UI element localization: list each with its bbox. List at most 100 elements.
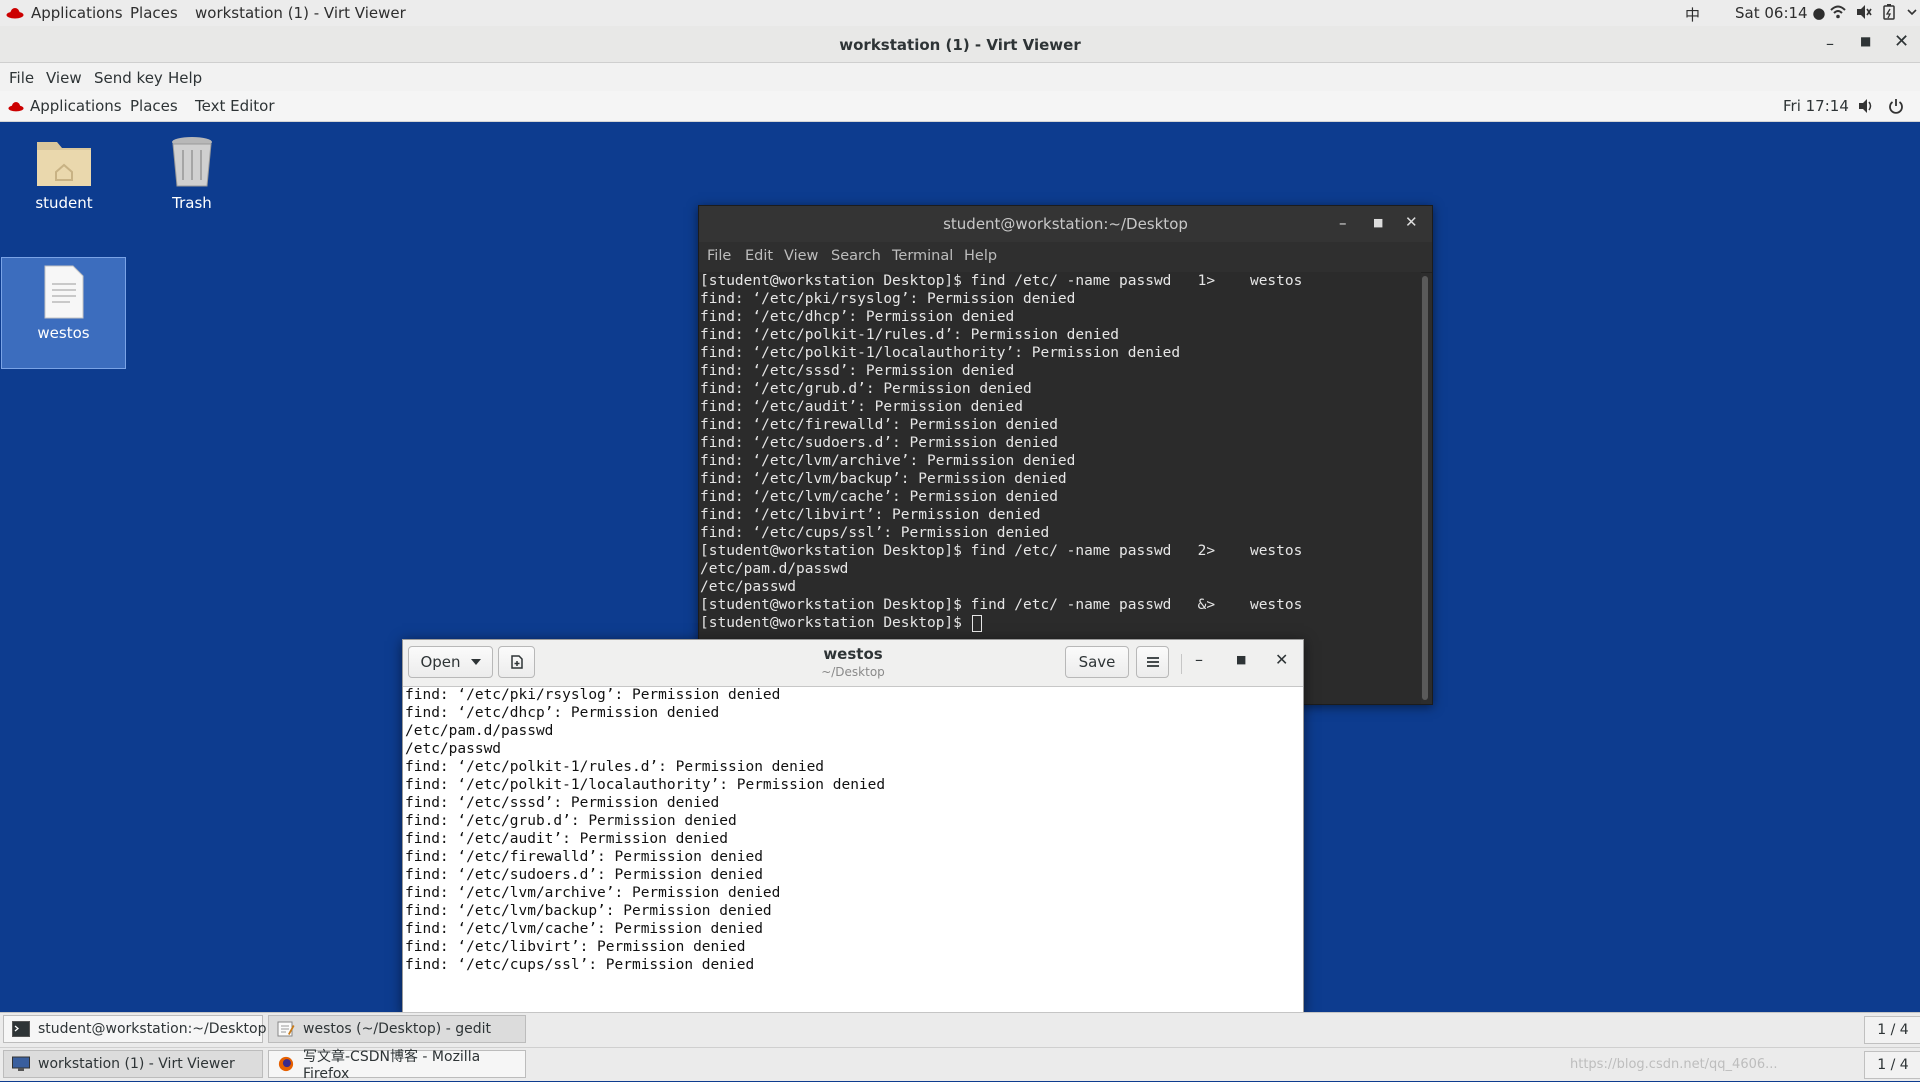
hamburger-menu-icon [1146, 657, 1159, 667]
terminal-line: find: ‘/etc/audit’: Permission denied [700, 399, 1024, 415]
guest-applications-label: Applications [30, 97, 122, 115]
firefox-icon [278, 1056, 294, 1072]
virt-viewer-icon [12, 1056, 30, 1071]
save-button[interactable]: Save [1065, 646, 1129, 678]
task-firefox-label: 写文章-CSDN博客 - Mozilla Firefox [303, 1049, 481, 1082]
gedit-text-area[interactable]: find: ‘/etc/pki/rsyslog’: Permission den… [403, 686, 1303, 1013]
menu-file[interactable]: File [9, 69, 34, 87]
terminal-maximize-icon[interactable]: ■ [1373, 216, 1383, 229]
guest-active-app-menu[interactable]: Text Editor [195, 97, 275, 115]
redhat-icon [6, 8, 24, 19]
maximize-icon[interactable]: ■ [1860, 34, 1871, 48]
terminal-close-icon[interactable]: ✕ [1405, 213, 1418, 231]
guest-workspace-switcher[interactable]: 1 / 4 [1864, 1016, 1920, 1044]
terminal-menu-terminal[interactable]: Terminal [892, 248, 953, 264]
host-applications-label: Applications [31, 4, 123, 22]
terminal-scrollbar[interactable] [1422, 276, 1428, 700]
host-status-area[interactable] [1830, 4, 1918, 20]
desktop-icon-westos[interactable]: westos [1, 257, 126, 369]
terminal-menu-file[interactable]: File [707, 248, 731, 264]
guest-taskbar: student@workstation:~/Desktop westos (~/… [0, 1012, 1920, 1047]
document-line: find: ‘/etc/libvirt’: Permission denied [405, 939, 746, 955]
text-file-icon [44, 265, 83, 319]
terminal-menu-search[interactable]: Search [831, 248, 881, 264]
task-terminal[interactable]: student@workstation:~/Desktop [3, 1015, 267, 1043]
watermark-text: https://blog.csdn.net/qq_4606... [1570, 1057, 1778, 1072]
gedit-maximize-icon[interactable]: ■ [1236, 653, 1246, 666]
document-line: find: ‘/etc/sssd’: Permission denied [405, 795, 720, 811]
virt-viewer-menubar: File View Send key Help [0, 63, 1920, 91]
input-method-indicator[interactable]: 中 [1685, 4, 1700, 25]
task-terminal-label: student@workstation:~/Desktop [38, 1021, 267, 1037]
host-places-menu[interactable]: Places [130, 4, 178, 22]
document-line: /etc/pam.d/passwd [405, 723, 554, 739]
task-gedit-label: westos (~/Desktop) - gedit [303, 1021, 491, 1037]
gedit-close-icon[interactable]: ✕ [1275, 650, 1288, 669]
task-virt-viewer[interactable]: workstation (1) - Virt Viewer [3, 1050, 263, 1078]
guest-top-panel: Applications Places Text Editor Fri 17:1… [0, 91, 1920, 122]
virt-viewer-titlebar[interactable]: workstation (1) - Virt Viewer – ■ ✕ [0, 26, 1920, 63]
task-firefox[interactable]: 写文章-CSDN博客 - Mozilla Firefox [268, 1049, 526, 1082]
document-line: find: ‘/etc/sudoers.d’: Permission denie… [405, 867, 763, 883]
terminal-minimize-icon[interactable]: – [1339, 214, 1347, 232]
menu-send-key[interactable]: Send key [94, 69, 163, 87]
battery-icon [1883, 4, 1895, 20]
terminal-line: /etc/passwd [700, 579, 797, 595]
terminal-window[interactable]: student@workstation:~/Desktop – ■ ✕ File… [698, 205, 1433, 705]
menu-help[interactable]: Help [168, 69, 202, 87]
hamburger-menu-button[interactable] [1136, 646, 1169, 678]
desktop-icon-home[interactable]: student [4, 134, 124, 212]
desktop-icon-westos-label: westos [37, 324, 90, 342]
terminal-line: find: ‘/etc/dhcp’: Permission denied [700, 309, 1015, 325]
gedit-headerbar[interactable]: Open westos ~/Desktop Save – ■ ✕ [403, 640, 1303, 687]
task-virt-viewer-label: workstation (1) - Virt Viewer [38, 1056, 235, 1072]
terminal-menu-edit[interactable]: Edit [745, 248, 773, 264]
terminal-line: find: ‘/etc/lvm/backup’: Permission deni… [700, 471, 1067, 487]
terminal-line: find: ‘/etc/lvm/archive’: Permission den… [700, 453, 1076, 469]
document-line: find: ‘/etc/lvm/cache’: Permission denie… [405, 921, 763, 937]
terminal-icon [12, 1021, 30, 1037]
terminal-prompt: [student@workstation Desktop]$ [700, 615, 971, 631]
wifi-icon [1830, 5, 1846, 19]
close-icon[interactable]: ✕ [1894, 31, 1909, 52]
document-line: find: ‘/etc/dhcp’: Permission denied [405, 705, 720, 721]
document-line: /etc/passwd [405, 741, 502, 757]
gedit-minimize-icon[interactable]: – [1195, 650, 1203, 669]
home-folder-icon [37, 142, 91, 186]
host-clock[interactable]: Sat 06:14 ● [1735, 4, 1825, 22]
host-applications-menu[interactable]: Applications [6, 4, 123, 22]
document-line: find: ‘/etc/polkit-1/localauthority’: Pe… [405, 777, 886, 793]
task-gedit[interactable]: westos (~/Desktop) - gedit [268, 1015, 526, 1043]
host-active-window-label[interactable]: workstation (1) - Virt Viewer [195, 4, 406, 22]
guest-applications-menu[interactable]: Applications [8, 97, 122, 115]
minimize-icon[interactable]: – [1826, 34, 1834, 53]
terminal-menu-view[interactable]: View [784, 248, 818, 264]
host-workspace-switcher[interactable]: 1 / 4 [1864, 1051, 1920, 1079]
desktop-icon-trash-label: Trash [172, 194, 212, 212]
terminal-line: find: ‘/etc/sssd’: Permission denied [700, 363, 1015, 379]
guest-clock[interactable]: Fri 17:14 [1783, 97, 1849, 115]
terminal-line: find: ‘/etc/cups/ssl’: Permission denied [700, 525, 1050, 541]
terminal-line: find: ‘/etc/lvm/cache’: Permission denie… [700, 489, 1058, 505]
terminal-line: /etc/pam.d/passwd [700, 561, 849, 577]
terminal-line: find: ‘/etc/libvirt’: Permission denied [700, 507, 1041, 523]
guest-status-area[interactable] [1858, 98, 1904, 114]
redhat-icon [8, 101, 24, 111]
terminal-menubar: File Edit View Search Terminal Help [699, 242, 1432, 273]
terminal-cursor [971, 614, 982, 632]
document-line: find: ‘/etc/firewalld’: Permission denie… [405, 849, 763, 865]
system-menu-arrow-icon [1907, 9, 1917, 16]
terminal-line: [student@workstation Desktop]$ find /etc… [700, 597, 1303, 613]
gedit-window[interactable]: Open westos ~/Desktop Save – ■ ✕ find: ‘… [402, 639, 1304, 1014]
terminal-titlebar[interactable]: student@workstation:~/Desktop – ■ ✕ [699, 206, 1432, 242]
document-line: find: ‘/etc/lvm/backup’: Permission deni… [405, 903, 772, 919]
document-line: find: ‘/etc/cups/ssl’: Permission denied [405, 957, 755, 973]
power-icon [1889, 99, 1903, 114]
guest-places-menu[interactable]: Places [130, 97, 178, 115]
terminal-line: find: ‘/etc/grub.d’: Permission denied [700, 381, 1032, 397]
volume-muted-icon [1857, 5, 1872, 19]
menu-view[interactable]: View [46, 69, 82, 87]
desktop-icon-trash[interactable]: Trash [132, 134, 252, 212]
terminal-line: find: ‘/etc/polkit-1/localauthority’: Pe… [700, 345, 1181, 361]
terminal-menu-help[interactable]: Help [964, 248, 997, 264]
